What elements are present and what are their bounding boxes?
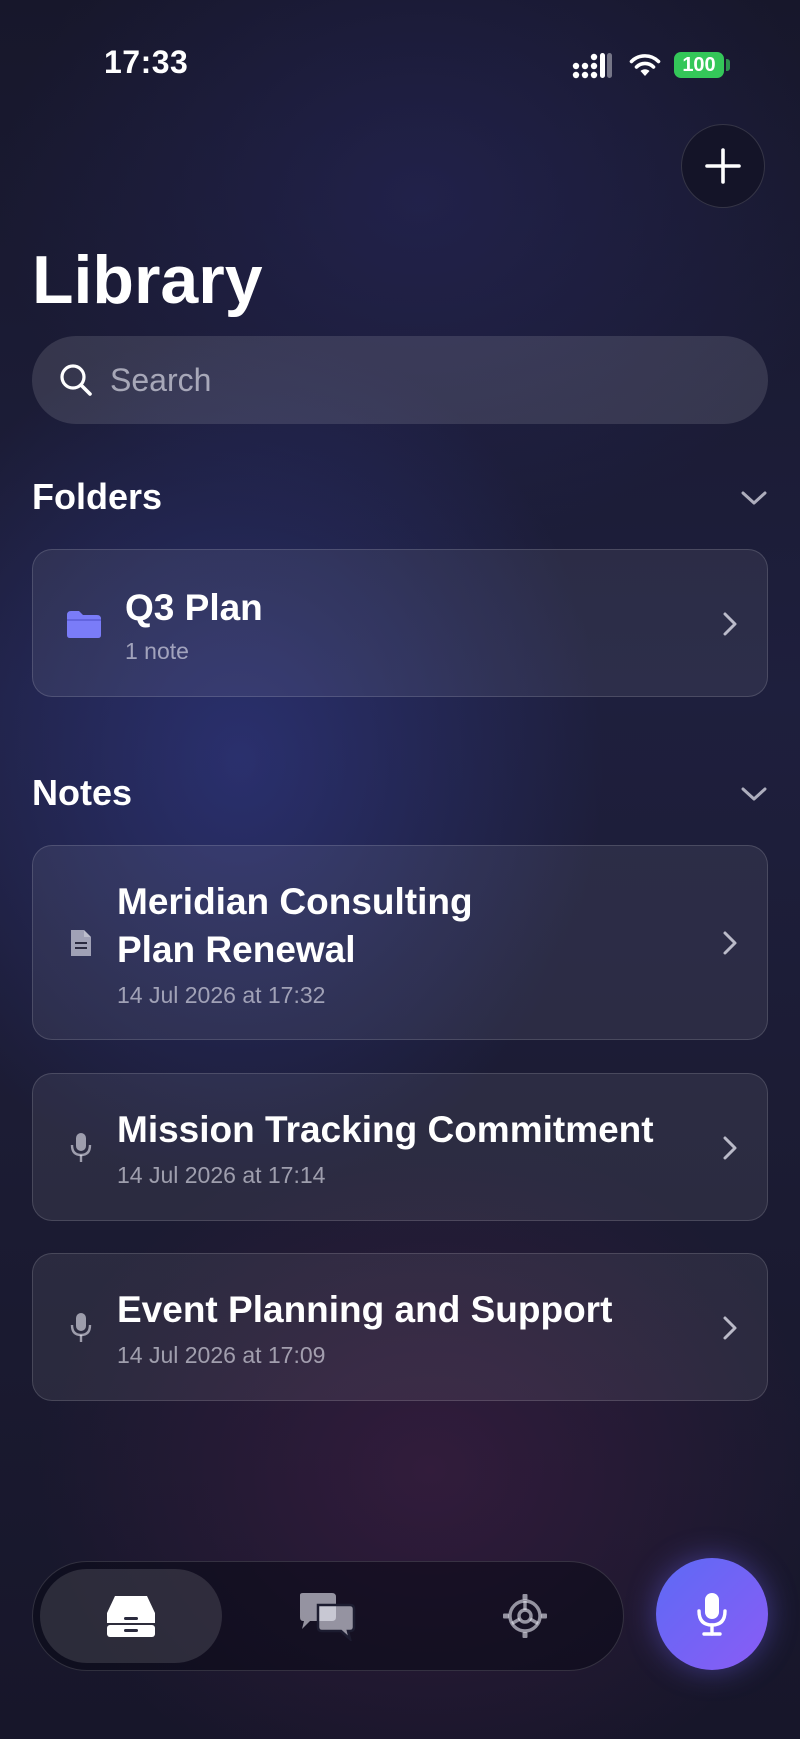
search-bar[interactable] xyxy=(32,336,768,424)
folder-item[interactable]: Q3 Plan 1 note xyxy=(32,549,768,697)
tab-chat[interactable] xyxy=(290,1569,370,1663)
note-title: Event Planning and Support xyxy=(117,1289,613,1330)
note-date: 14 Jul 2026 at 17:14 xyxy=(117,1162,326,1188)
chevron-right-icon xyxy=(723,612,737,636)
note-date: 14 Jul 2026 at 17:32 xyxy=(117,982,326,1008)
status-time: 17:33 xyxy=(104,44,189,80)
note-date: 14 Jul 2026 at 17:09 xyxy=(117,1342,326,1368)
folder-icon xyxy=(67,611,101,638)
tray-icon xyxy=(107,1596,155,1637)
search-icon xyxy=(60,364,92,396)
chevron-right-icon xyxy=(723,1316,737,1340)
chevron-right-icon xyxy=(723,931,737,955)
cellular-signal-icon xyxy=(572,53,612,79)
search-input[interactable] xyxy=(108,360,712,400)
note-item[interactable]: Mission Tracking Commitment 14 Jul 2026 … xyxy=(32,1073,768,1221)
folder-name: Q3 Plan xyxy=(125,587,263,628)
chevron-right-icon xyxy=(723,1136,737,1160)
battery-indicator: 100 xyxy=(674,52,724,78)
plus-icon xyxy=(705,148,741,184)
chevron-down-icon[interactable] xyxy=(739,488,769,508)
add-button[interactable] xyxy=(681,124,765,208)
note-item[interactable]: Meridian Consulting Plan Renewal 14 Jul … xyxy=(32,845,768,1040)
note-title-line2: Plan Renewal xyxy=(117,929,356,970)
gear-icon xyxy=(503,1594,547,1638)
microphone-icon xyxy=(70,1313,92,1342)
wifi-icon xyxy=(629,54,661,76)
microphone-icon xyxy=(70,1133,92,1162)
tab-library[interactable] xyxy=(40,1569,222,1663)
note-item[interactable]: Event Planning and Support 14 Jul 2026 a… xyxy=(32,1253,768,1401)
record-button[interactable] xyxy=(656,1558,768,1670)
folders-heading: Folders xyxy=(32,476,163,517)
page-title: Library xyxy=(32,242,263,318)
tab-settings[interactable] xyxy=(485,1569,565,1663)
chat-bubbles-icon xyxy=(300,1593,356,1641)
microphone-icon xyxy=(697,1593,727,1636)
note-title-line1: Meridian Consulting xyxy=(117,881,473,922)
notes-heading: Notes xyxy=(32,772,133,813)
folder-count: 1 note xyxy=(125,638,189,664)
chevron-down-icon[interactable] xyxy=(739,784,769,804)
battery-tip xyxy=(726,59,730,71)
document-icon xyxy=(71,930,91,956)
note-title: Mission Tracking Commitment xyxy=(117,1109,654,1150)
